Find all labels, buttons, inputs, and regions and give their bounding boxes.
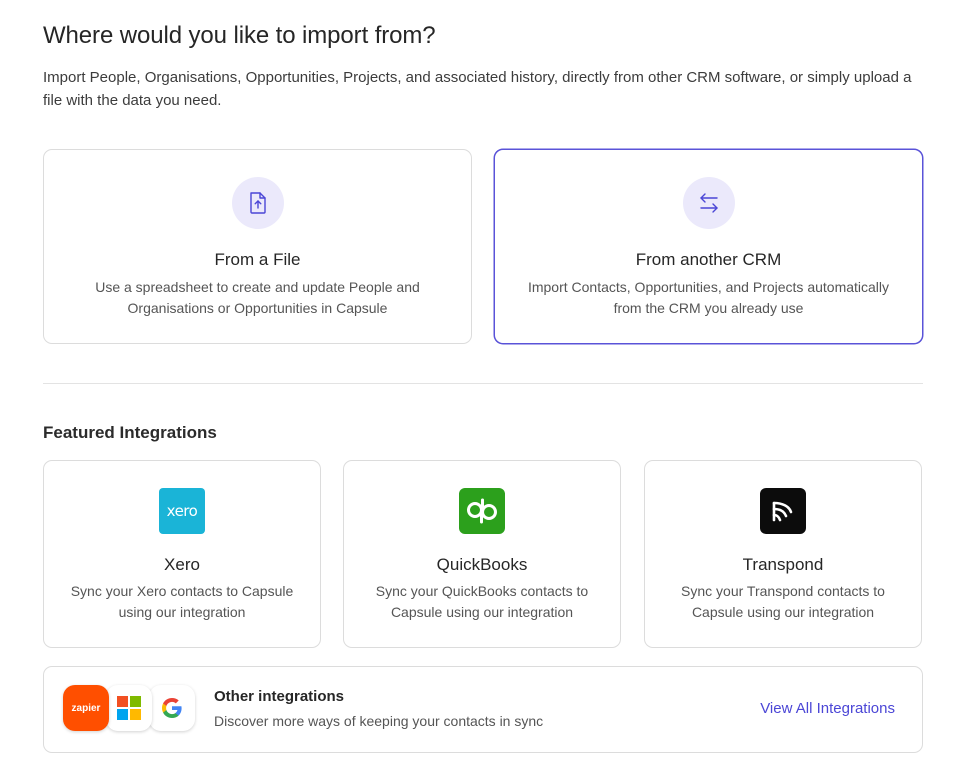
zapier-logo-text: zapier: [71, 702, 101, 714]
google-logo-icon: [149, 685, 195, 731]
import-from-crm-description: Import Contacts, Opportunities, and Proj…: [527, 279, 890, 316]
transpond-logo-icon: [760, 488, 806, 534]
file-upload-icon: [231, 177, 284, 229]
import-from-file-description: Use a spreadsheet to create and update P…: [95, 279, 420, 316]
microsoft-logo-icon: [106, 685, 152, 731]
import-from-file-title: From a File: [214, 250, 301, 269]
featured-integrations-heading: Featured Integrations: [43, 423, 217, 442]
integration-title-quickbooks: QuickBooks: [436, 555, 528, 574]
import-from-crm-title: From another CRM: [635, 250, 782, 269]
swap-arrows-icon: [682, 177, 735, 229]
other-integrations-description: Discover more ways of keeping your conta…: [214, 713, 544, 729]
other-integrations-title: Other integrations: [214, 688, 345, 705]
integration-description-transpond: Sync your Transpond contacts to Capsule …: [681, 583, 885, 620]
integration-title-xero: Xero: [164, 555, 200, 574]
import-from-file-card[interactable]: From a File Use a spreadsheet to create …: [43, 149, 472, 344]
integration-card-transpond[interactable]: Transpond Sync your Transpond contacts t…: [644, 460, 922, 648]
quickbooks-logo-icon: qb: [459, 488, 505, 534]
integration-card-quickbooks[interactable]: qb QuickBooks Sync your QuickBooks conta…: [343, 460, 621, 648]
xero-logo-icon: xero: [159, 488, 205, 534]
other-integrations-card: zapier Other integrations Discover more …: [43, 666, 923, 753]
import-from-crm-card[interactable]: From another CRM Import Contacts, Opport…: [494, 149, 923, 344]
integration-description-xero: Sync your Xero contacts to Capsule using…: [70, 583, 294, 620]
section-divider: [43, 383, 923, 384]
xero-logo-text: xero: [166, 502, 198, 520]
integration-card-xero[interactable]: xero Xero Sync your Xero contacts to Cap…: [43, 460, 321, 648]
integration-description-quickbooks: Sync your QuickBooks contacts to Capsule…: [375, 583, 589, 620]
zapier-logo-icon: zapier: [63, 685, 109, 731]
integration-title-transpond: Transpond: [742, 555, 824, 574]
page-intro: Import People, Organisations, Opportunit…: [43, 69, 912, 109]
page-title: Where would you like to import from?: [43, 22, 436, 49]
view-all-integrations-link[interactable]: View All Integrations: [760, 700, 895, 717]
